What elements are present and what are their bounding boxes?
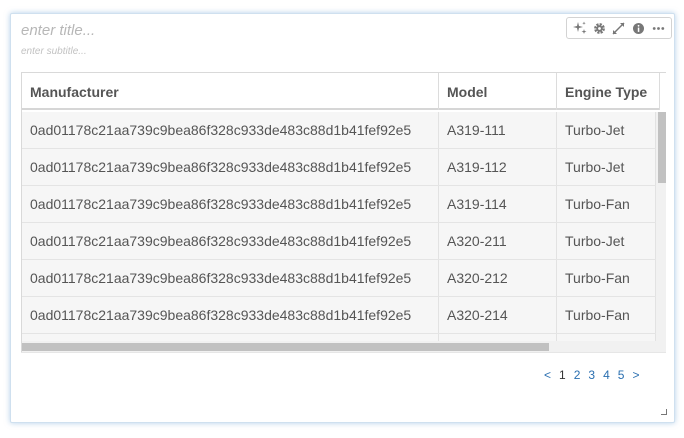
pagination: < 1 2 3 4 5 > xyxy=(540,366,643,384)
cell-engine-type: Turbo-Fan xyxy=(557,260,656,296)
page-1-link[interactable]: 1 xyxy=(559,368,566,382)
page-2-link[interactable]: 2 xyxy=(574,368,581,382)
table-header: Manufacturer Model Engine Type xyxy=(22,73,660,110)
page-5-link[interactable]: 5 xyxy=(618,368,625,382)
cell-text: Turbo-Jet xyxy=(565,122,625,138)
cell-text: Turbo-Fan xyxy=(565,270,630,286)
vertical-scrollbar[interactable] xyxy=(656,112,666,341)
column-header-engine-type[interactable]: Engine Type xyxy=(557,73,660,110)
cell-model: A319-114 xyxy=(439,186,557,222)
cell-model: A319-112 xyxy=(439,149,557,185)
cell-model: A319-111 xyxy=(439,112,557,148)
gear-icon[interactable] xyxy=(590,19,608,37)
cell-text: 0ad01178c21aa739c9bea86f328c933de483c88d… xyxy=(30,196,412,212)
cell-model xyxy=(439,334,557,341)
expand-icon[interactable] xyxy=(610,19,628,37)
cell-text: Turbo-Jet xyxy=(565,233,625,249)
cell-manufacturer: 0ad01178c21aa739c9bea86f328c933de483c88d… xyxy=(22,223,439,259)
horizontal-scrollbar[interactable] xyxy=(22,341,666,352)
cell-text: A320-212 xyxy=(447,270,508,286)
cell-text: Turbo-Fan xyxy=(565,196,630,212)
cell-text: 0ad01178c21aa739c9bea86f328c933de483c88d… xyxy=(30,122,412,138)
table-row[interactable]: 0ad01178c21aa739c9bea86f328c933de483c88d… xyxy=(22,223,656,260)
cell-engine-type xyxy=(557,334,656,341)
cell-text: 0ad01178c21aa739c9bea86f328c933de483c88d… xyxy=(30,159,412,175)
page-3-link[interactable]: 3 xyxy=(588,368,595,382)
page-4-link[interactable]: 4 xyxy=(603,368,610,382)
table-row[interactable]: 0ad01178c21aa739c9bea86f328c933de483c88d… xyxy=(22,149,656,186)
table-row[interactable]: 0ad01178c21aa739c9bea86f328c933de483c88d… xyxy=(22,112,656,149)
cell-model: A320-211 xyxy=(439,223,557,259)
more-icon[interactable] xyxy=(649,19,667,37)
cell-engine-type: Turbo-Jet xyxy=(557,112,656,148)
sparkle-icon[interactable] xyxy=(571,19,589,37)
cell-engine-type: Turbo-Fan xyxy=(557,297,656,333)
resize-handle[interactable] xyxy=(661,409,667,415)
cell-manufacturer xyxy=(22,334,439,341)
cell-engine-type: Turbo-Jet xyxy=(557,149,656,185)
horizontal-scrollbar-thumb[interactable] xyxy=(22,343,549,351)
column-header-model[interactable]: Model xyxy=(439,73,557,110)
widget-toolbar xyxy=(566,17,672,39)
column-header-manufacturer[interactable]: Manufacturer xyxy=(22,73,439,110)
cell-manufacturer: 0ad01178c21aa739c9bea86f328c933de483c88d… xyxy=(22,260,439,296)
cell-text: Turbo-Jet xyxy=(565,159,625,175)
cell-text: 0ad01178c21aa739c9bea86f328c933de483c88d… xyxy=(30,270,412,286)
prev-page-button[interactable]: < xyxy=(544,368,551,382)
table-body: 0ad01178c21aa739c9bea86f328c933de483c88d… xyxy=(22,112,656,341)
cell-engine-type: Turbo-Jet xyxy=(557,223,656,259)
info-icon[interactable] xyxy=(630,19,648,37)
cell-engine-type: Turbo-Fan xyxy=(557,186,656,222)
cell-manufacturer: 0ad01178c21aa739c9bea86f328c933de483c88d… xyxy=(22,112,439,148)
cell-text: A320-214 xyxy=(447,307,508,323)
table-row[interactable]: 0ad01178c21aa739c9bea86f328c933de483c88d… xyxy=(22,260,656,297)
cell-text: A319-111 xyxy=(447,122,506,138)
cell-model: A320-212 xyxy=(439,260,557,296)
cell-text: Turbo-Fan xyxy=(565,307,630,323)
cell-text: A320-211 xyxy=(447,233,507,249)
table-row[interactable]: 0ad01178c21aa739c9bea86f328c933de483c88d… xyxy=(22,297,656,334)
cell-manufacturer: 0ad01178c21aa739c9bea86f328c933de483c88d… xyxy=(22,186,439,222)
table-row[interactable] xyxy=(22,334,656,341)
cell-text: A319-112 xyxy=(447,159,507,175)
next-page-button[interactable]: > xyxy=(632,368,639,382)
widget-title[interactable]: enter title... xyxy=(21,22,95,39)
widget-subtitle[interactable]: enter subtitle... xyxy=(21,46,87,57)
cell-manufacturer: 0ad01178c21aa739c9bea86f328c933de483c88d… xyxy=(22,149,439,185)
cell-text: 0ad01178c21aa739c9bea86f328c933de483c88d… xyxy=(30,233,412,249)
table-row[interactable]: 0ad01178c21aa739c9bea86f328c933de483c88d… xyxy=(22,186,656,223)
vertical-scrollbar-thumb[interactable] xyxy=(658,112,666,183)
cell-text: 0ad01178c21aa739c9bea86f328c933de483c88d… xyxy=(30,307,412,323)
cell-manufacturer: 0ad01178c21aa739c9bea86f328c933de483c88d… xyxy=(22,297,439,333)
cell-text: A319-114 xyxy=(447,196,507,212)
data-table: Manufacturer Model Engine Type 0ad01178c… xyxy=(21,72,666,352)
cell-model: A320-214 xyxy=(439,297,557,333)
table-widget: enter title... enter subtitle... Manufac… xyxy=(10,13,675,423)
divider xyxy=(21,352,666,353)
